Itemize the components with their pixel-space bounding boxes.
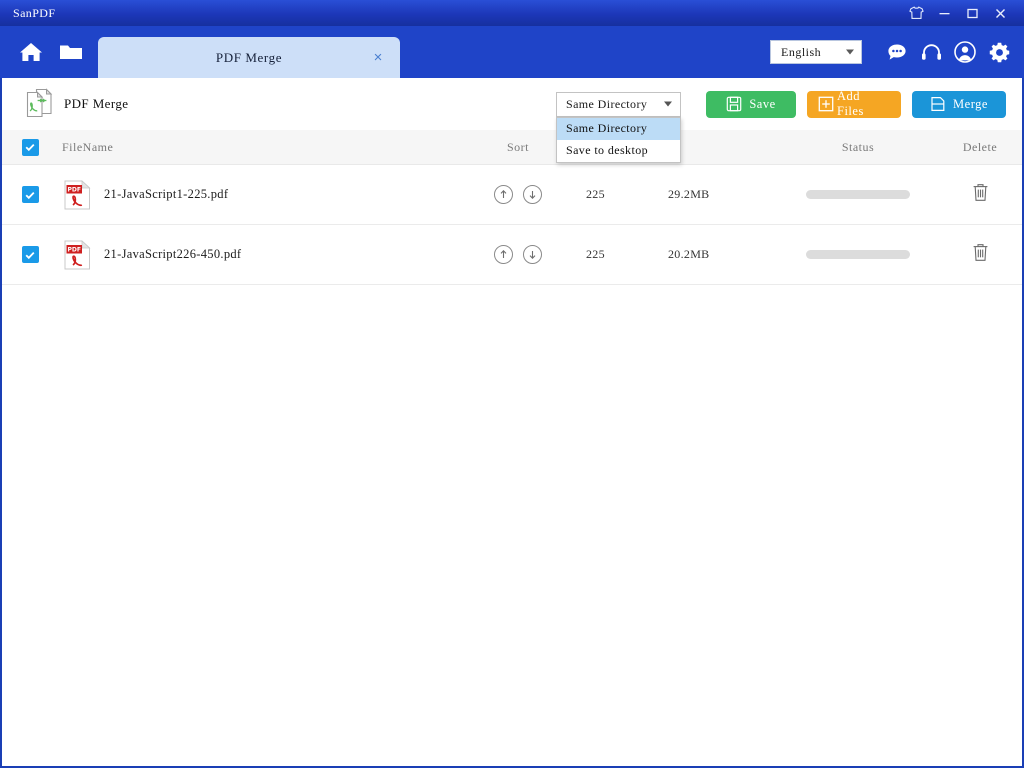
nav-icon-group bbox=[0, 26, 94, 78]
row-delete-button[interactable] bbox=[938, 183, 1022, 207]
pdf-file-icon: PDF bbox=[64, 239, 91, 270]
row-file-size: 20.2MB bbox=[668, 247, 710, 261]
merge-doc-icon bbox=[930, 96, 946, 112]
window-controls bbox=[902, 0, 1024, 26]
tab-close-icon[interactable]: × bbox=[370, 50, 386, 66]
row-delete-button[interactable] bbox=[938, 243, 1022, 267]
progress-bar bbox=[806, 190, 910, 199]
output-directory-select[interactable]: Same Directory bbox=[556, 91, 681, 117]
tab-label: PDF Merge bbox=[215, 49, 283, 65]
row-checkbox[interactable] bbox=[2, 246, 58, 263]
toolbar: PDF Merge Same Directory Same Directory … bbox=[2, 78, 1022, 163]
move-up-icon[interactable] bbox=[494, 185, 513, 204]
chevron-down-icon bbox=[846, 49, 854, 55]
gear-icon[interactable] bbox=[984, 37, 1014, 67]
header-filename: FileName bbox=[58, 140, 458, 155]
svg-text:PDF: PDF bbox=[67, 246, 80, 253]
add-files-label: Add Files bbox=[837, 89, 864, 118]
menu-item-save-to-desktop[interactable]: Save to desktop bbox=[557, 140, 680, 162]
row-page-count: 225 bbox=[586, 247, 605, 261]
output-directory-menu: Same Directory Save to desktop bbox=[556, 116, 681, 163]
minimize-button[interactable] bbox=[930, 0, 958, 26]
home-icon[interactable] bbox=[14, 35, 48, 69]
app-title: SanPDF bbox=[13, 5, 56, 20]
navigation-bar: PDF Merge × English bbox=[0, 26, 1024, 78]
table-row: PDF 21-JavaScript226-450.pdf 225 20.2MB bbox=[2, 225, 1022, 285]
row-page-count: 225 bbox=[586, 187, 605, 201]
tab-strip: PDF Merge × bbox=[98, 26, 400, 78]
headset-icon[interactable] bbox=[916, 37, 946, 67]
checkbox-checked-icon bbox=[21, 186, 39, 203]
language-select[interactable]: English bbox=[770, 40, 862, 64]
header-delete: Delete bbox=[962, 139, 998, 154]
close-button[interactable] bbox=[986, 0, 1014, 26]
trash-icon bbox=[972, 243, 989, 267]
language-value: English bbox=[781, 44, 822, 59]
checkbox-checked-icon bbox=[21, 246, 39, 263]
move-up-icon[interactable] bbox=[494, 245, 513, 264]
header-filename-label: FileName bbox=[62, 139, 114, 154]
row-filename-cell: PDF 21-JavaScript226-450.pdf bbox=[58, 239, 458, 270]
folder-icon[interactable] bbox=[54, 35, 88, 69]
page-title: PDF Merge bbox=[64, 96, 129, 111]
trash-icon bbox=[972, 183, 989, 207]
checkbox-checked-icon bbox=[21, 138, 39, 156]
save-disk-icon bbox=[726, 96, 742, 112]
nav-right-group: English bbox=[770, 26, 1024, 78]
output-directory-value: Same Directory bbox=[566, 96, 648, 111]
chat-icon[interactable] bbox=[882, 37, 912, 67]
table-row: PDF 21-JavaScript1-225.pdf 225 29.2MB bbox=[2, 165, 1022, 225]
row-status bbox=[778, 190, 938, 199]
table-header-row: FileName Sort Status Delete bbox=[2, 130, 1022, 165]
row-checkbox[interactable] bbox=[2, 186, 58, 203]
row-sort-controls bbox=[458, 245, 578, 264]
tool-title-group: PDF Merge bbox=[2, 86, 128, 123]
maximize-button[interactable] bbox=[958, 0, 986, 26]
select-all-checkbox[interactable] bbox=[2, 138, 58, 156]
user-account-icon[interactable] bbox=[950, 37, 980, 67]
row-filename: 21-JavaScript1-225.pdf bbox=[104, 187, 229, 201]
row-filename-cell: PDF 21-JavaScript1-225.pdf bbox=[58, 179, 458, 210]
svg-text:PDF: PDF bbox=[67, 186, 80, 193]
title-bar: SanPDF bbox=[0, 0, 1024, 26]
merge-button[interactable]: Merge bbox=[912, 90, 1006, 118]
save-button[interactable]: Save bbox=[706, 90, 796, 118]
header-status: Status bbox=[841, 139, 875, 154]
move-down-icon[interactable] bbox=[523, 245, 542, 264]
save-label: Save bbox=[749, 96, 776, 111]
progress-bar bbox=[806, 250, 910, 259]
row-status bbox=[778, 250, 938, 259]
plus-icon bbox=[818, 96, 834, 112]
application-window: SanPDF PDF Merge × English PDF Merge Sam… bbox=[0, 0, 1024, 768]
add-files-button[interactable]: Add Files bbox=[807, 89, 901, 118]
skin-icon[interactable] bbox=[902, 0, 930, 26]
toolbar-actions: Same Directory Same Directory Save to de… bbox=[556, 89, 1022, 163]
pdf-merge-icon bbox=[24, 86, 54, 123]
row-sort-controls bbox=[458, 185, 578, 204]
move-down-icon[interactable] bbox=[523, 185, 542, 204]
row-filename: 21-JavaScript226-450.pdf bbox=[104, 247, 242, 261]
tab-pdf-merge[interactable]: PDF Merge × bbox=[98, 37, 400, 78]
merge-label: Merge bbox=[953, 96, 988, 111]
output-directory-dropdown[interactable]: Same Directory Same Directory Save to de… bbox=[556, 91, 681, 163]
row-file-size: 29.2MB bbox=[668, 187, 710, 201]
menu-item-same-directory[interactable]: Same Directory bbox=[557, 117, 680, 140]
pdf-file-icon: PDF bbox=[64, 179, 91, 210]
chevron-down-icon bbox=[664, 101, 672, 107]
file-table: FileName Sort Status Delete PDF 21-JavaS… bbox=[2, 130, 1022, 285]
